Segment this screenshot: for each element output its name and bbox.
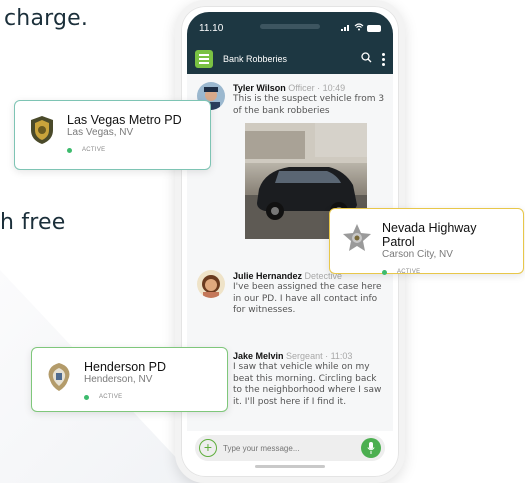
battery-icon bbox=[367, 24, 381, 32]
star-badge-icon bbox=[342, 223, 372, 253]
status-time: 11.10 bbox=[199, 22, 224, 34]
agency-card-text: Las Vegas Metro PD Las Vegas, NV ACTIVE bbox=[67, 113, 182, 153]
status-dot bbox=[67, 147, 72, 153]
message-body: Jake Melvin Sergeant · 11:03 I saw that … bbox=[233, 350, 385, 408]
message-header: Tyler Wilson Officer · 10:49 bbox=[233, 82, 385, 94]
agency-name: Henderson PD bbox=[84, 360, 166, 374]
agency-card-las-vegas[interactable]: Las Vegas Metro PD Las Vegas, NV ACTIVE bbox=[14, 100, 211, 170]
agency-status-label: ACTIVE bbox=[397, 269, 421, 275]
agency-location: Carson City, NV bbox=[382, 249, 453, 260]
status-bar: 11.10 bbox=[187, 12, 393, 44]
agency-location: Henderson, NV bbox=[84, 374, 153, 385]
agency-card-text: Nevada Highway Patrol Carson City, NV AC… bbox=[382, 221, 511, 275]
message-sender: Tyler Wilson bbox=[233, 83, 286, 93]
message-sender: Julie Hernandez bbox=[233, 271, 303, 281]
background-text-line1: charge. bbox=[4, 6, 89, 31]
background-text-line2: h free bbox=[0, 210, 66, 235]
agency-status: ACTIVE bbox=[382, 269, 511, 275]
agency-status: ACTIVE bbox=[67, 147, 182, 153]
channel-title: Bank Robberies bbox=[223, 54, 288, 64]
message-header: Jake Melvin Sergeant · 11:03 bbox=[233, 350, 385, 362]
search-icon[interactable] bbox=[361, 50, 372, 68]
agency-location: Las Vegas, NV bbox=[67, 127, 134, 138]
more-options-icon[interactable] bbox=[382, 52, 385, 66]
home-indicator bbox=[255, 465, 325, 468]
status-dot bbox=[84, 394, 89, 400]
message-input[interactable] bbox=[223, 443, 361, 453]
message-meta: Officer · 10:49 bbox=[288, 83, 346, 93]
microphone-button[interactable] bbox=[361, 438, 381, 458]
app-bar: Bank Robberies bbox=[187, 44, 393, 74]
add-attachment-button[interactable]: + bbox=[199, 439, 217, 457]
status-dot bbox=[382, 269, 387, 275]
agency-name: Las Vegas Metro PD bbox=[67, 113, 182, 127]
agency-card-henderson[interactable]: Henderson PD Henderson, NV ACTIVE bbox=[31, 347, 228, 412]
agency-card-text: Henderson PD Henderson, NV ACTIVE bbox=[84, 360, 166, 400]
speaker-notch bbox=[260, 24, 320, 29]
message-meta: Sergeant · 11:03 bbox=[286, 351, 353, 361]
signal-icon bbox=[341, 23, 351, 33]
agency-status-label: ACTIVE bbox=[82, 147, 106, 153]
message-item: Julie Hernandez Detective I've been assi… bbox=[197, 270, 385, 317]
agency-card-nevada-highway-patrol[interactable]: Nevada Highway Patrol Carson City, NV AC… bbox=[329, 208, 524, 275]
police-badge-icon bbox=[44, 362, 74, 392]
police-badge-icon bbox=[27, 115, 57, 145]
status-icons bbox=[341, 23, 381, 33]
agency-name: Nevada Highway Patrol bbox=[382, 221, 477, 249]
agency-status: ACTIVE bbox=[84, 394, 166, 400]
message-body: Julie Hernandez Detective I've been assi… bbox=[233, 270, 385, 317]
message-text: I saw that vehicle while on my beat this… bbox=[233, 362, 382, 407]
app-bar-actions bbox=[361, 50, 385, 68]
avatar bbox=[197, 270, 225, 298]
wifi-icon bbox=[354, 23, 364, 33]
message-text: This is the suspect vehicle from 3 of th… bbox=[233, 94, 385, 116]
message-sender: Jake Melvin bbox=[233, 351, 284, 361]
hamburger-menu-button[interactable] bbox=[195, 50, 213, 68]
agency-status-label: ACTIVE bbox=[99, 394, 123, 400]
microphone-icon bbox=[367, 442, 375, 454]
message-composer: + bbox=[195, 435, 385, 461]
message-text: I've been assigned the case here in our … bbox=[233, 282, 382, 315]
